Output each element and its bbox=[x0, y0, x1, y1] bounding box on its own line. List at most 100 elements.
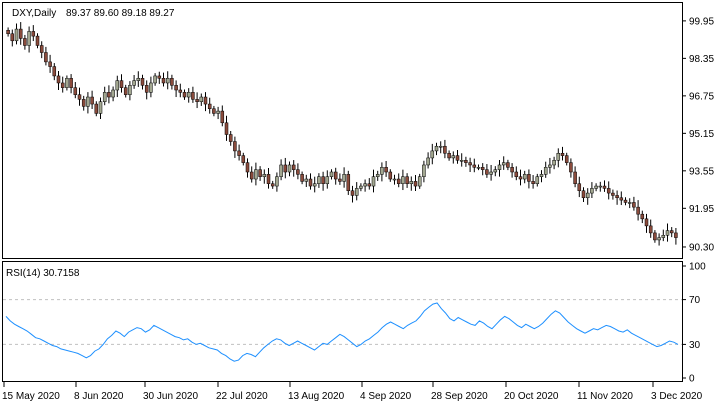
candle-body bbox=[577, 183, 582, 191]
candle-body bbox=[317, 176, 321, 184]
candle-body bbox=[430, 150, 435, 159]
candle-body bbox=[69, 78, 73, 88]
candle-body bbox=[115, 80, 120, 91]
candle-body bbox=[18, 28, 23, 39]
candle-body bbox=[375, 174, 380, 177]
x-axis: 15 May 2020 8 Jun 2020 30 Jun 2020 22 Jul 2… bbox=[2, 382, 703, 402]
candle-body bbox=[203, 96, 208, 105]
candle-body bbox=[581, 190, 586, 199]
candle-body bbox=[669, 230, 674, 234]
x-tick-label: 13 Aug 2020 bbox=[288, 391, 345, 402]
x-tick-label: 28 Sep 2020 bbox=[431, 391, 488, 402]
candle-body bbox=[619, 197, 624, 201]
candle-body bbox=[220, 110, 225, 124]
candle-body bbox=[539, 174, 544, 177]
candle-body bbox=[459, 160, 464, 162]
candle-body bbox=[480, 167, 485, 170]
candle-body bbox=[506, 162, 510, 168]
candle-body bbox=[170, 78, 174, 86]
candle-body bbox=[287, 164, 292, 173]
candle-body bbox=[455, 155, 460, 161]
candle-body bbox=[157, 75, 162, 79]
candle-body bbox=[102, 92, 107, 102]
candle-body bbox=[128, 85, 132, 95]
candle-body bbox=[111, 89, 115, 98]
chart-canvas[interactable]: DXY,Daily 89.37 89.60 89.18 89.27 RSI(14… bbox=[0, 0, 720, 408]
price-tick-label: 98.35 bbox=[689, 54, 714, 65]
candle-body bbox=[174, 85, 178, 91]
ohlc-label: 89.37 89.60 89.18 89.27 bbox=[66, 8, 175, 19]
candle-body bbox=[212, 108, 216, 114]
candle-body bbox=[65, 78, 69, 88]
candle-body bbox=[640, 213, 645, 220]
candle-body bbox=[438, 145, 443, 148]
candle-body bbox=[573, 171, 577, 184]
candle-body bbox=[476, 167, 481, 169]
candle-body bbox=[615, 195, 619, 199]
candle-body bbox=[224, 122, 229, 135]
price-tick-label: 95.15 bbox=[689, 129, 714, 140]
x-tick-label: 15 May 2020 bbox=[2, 391, 60, 402]
candle-body bbox=[472, 164, 477, 168]
candle-body bbox=[598, 185, 603, 188]
candle-body bbox=[380, 167, 384, 175]
candle-body bbox=[585, 192, 590, 199]
candle-body bbox=[329, 171, 334, 177]
candle-body bbox=[674, 232, 678, 238]
candle-body bbox=[266, 174, 271, 184]
candle-body bbox=[350, 190, 355, 196]
x-tick-label: 3 Dec 2020 bbox=[651, 391, 703, 402]
candle-body bbox=[86, 96, 90, 107]
candle-body bbox=[564, 155, 569, 163]
candle-body bbox=[611, 192, 615, 196]
candle-body bbox=[39, 45, 44, 53]
candle-body bbox=[48, 61, 52, 67]
x-tick-label: 22 Jul 2020 bbox=[216, 391, 268, 402]
candle-body bbox=[644, 218, 649, 227]
candle-body bbox=[312, 183, 317, 187]
candle-body bbox=[338, 178, 342, 182]
candle-body bbox=[132, 80, 136, 86]
candle-body bbox=[304, 178, 309, 182]
candle-body bbox=[140, 78, 145, 86]
candle-body bbox=[241, 155, 246, 163]
candle-body bbox=[186, 92, 191, 98]
candle-body bbox=[514, 171, 519, 177]
candle-body bbox=[296, 169, 300, 175]
candle-body bbox=[178, 89, 183, 93]
candle-body bbox=[648, 225, 653, 234]
candle-body bbox=[191, 92, 195, 100]
candle-body bbox=[14, 28, 19, 42]
candle-body bbox=[627, 202, 632, 204]
candle-body bbox=[518, 176, 523, 180]
x-tick-label: 11 Nov 2020 bbox=[577, 391, 633, 402]
candle-body bbox=[405, 176, 409, 184]
candle-body bbox=[35, 35, 40, 46]
candle-body bbox=[237, 150, 241, 156]
candle-body bbox=[52, 66, 57, 77]
candle-body bbox=[153, 75, 157, 84]
price-y-axis: 99.95 98.35 96.75 95.15 93.55 91.95 90.30 bbox=[682, 16, 714, 253]
rsi-tick-label: 70 bbox=[689, 295, 701, 306]
candle-body bbox=[623, 199, 628, 203]
candle-body bbox=[90, 96, 94, 105]
candle-body bbox=[6, 30, 10, 35]
rsi-y-axis: 100 70 30 0 bbox=[682, 262, 706, 385]
candle-body bbox=[216, 110, 220, 114]
candle-body bbox=[94, 103, 99, 114]
candle-body bbox=[422, 164, 426, 177]
candle-body bbox=[10, 33, 15, 42]
x-tick-label: 8 Jun 2020 bbox=[74, 391, 124, 402]
candle-body bbox=[497, 164, 502, 170]
rsi-tick-label: 30 bbox=[689, 340, 701, 351]
candle-body bbox=[606, 188, 611, 194]
candle-body bbox=[413, 181, 418, 187]
candle-body bbox=[661, 235, 666, 238]
rsi-panel-frame bbox=[2, 261, 683, 382]
candle-body bbox=[489, 171, 493, 175]
candle-body bbox=[434, 145, 439, 152]
candle-body bbox=[594, 185, 598, 189]
price-tick-label: 90.30 bbox=[689, 242, 714, 253]
candle-body bbox=[401, 176, 405, 184]
candle-body bbox=[245, 162, 250, 173]
